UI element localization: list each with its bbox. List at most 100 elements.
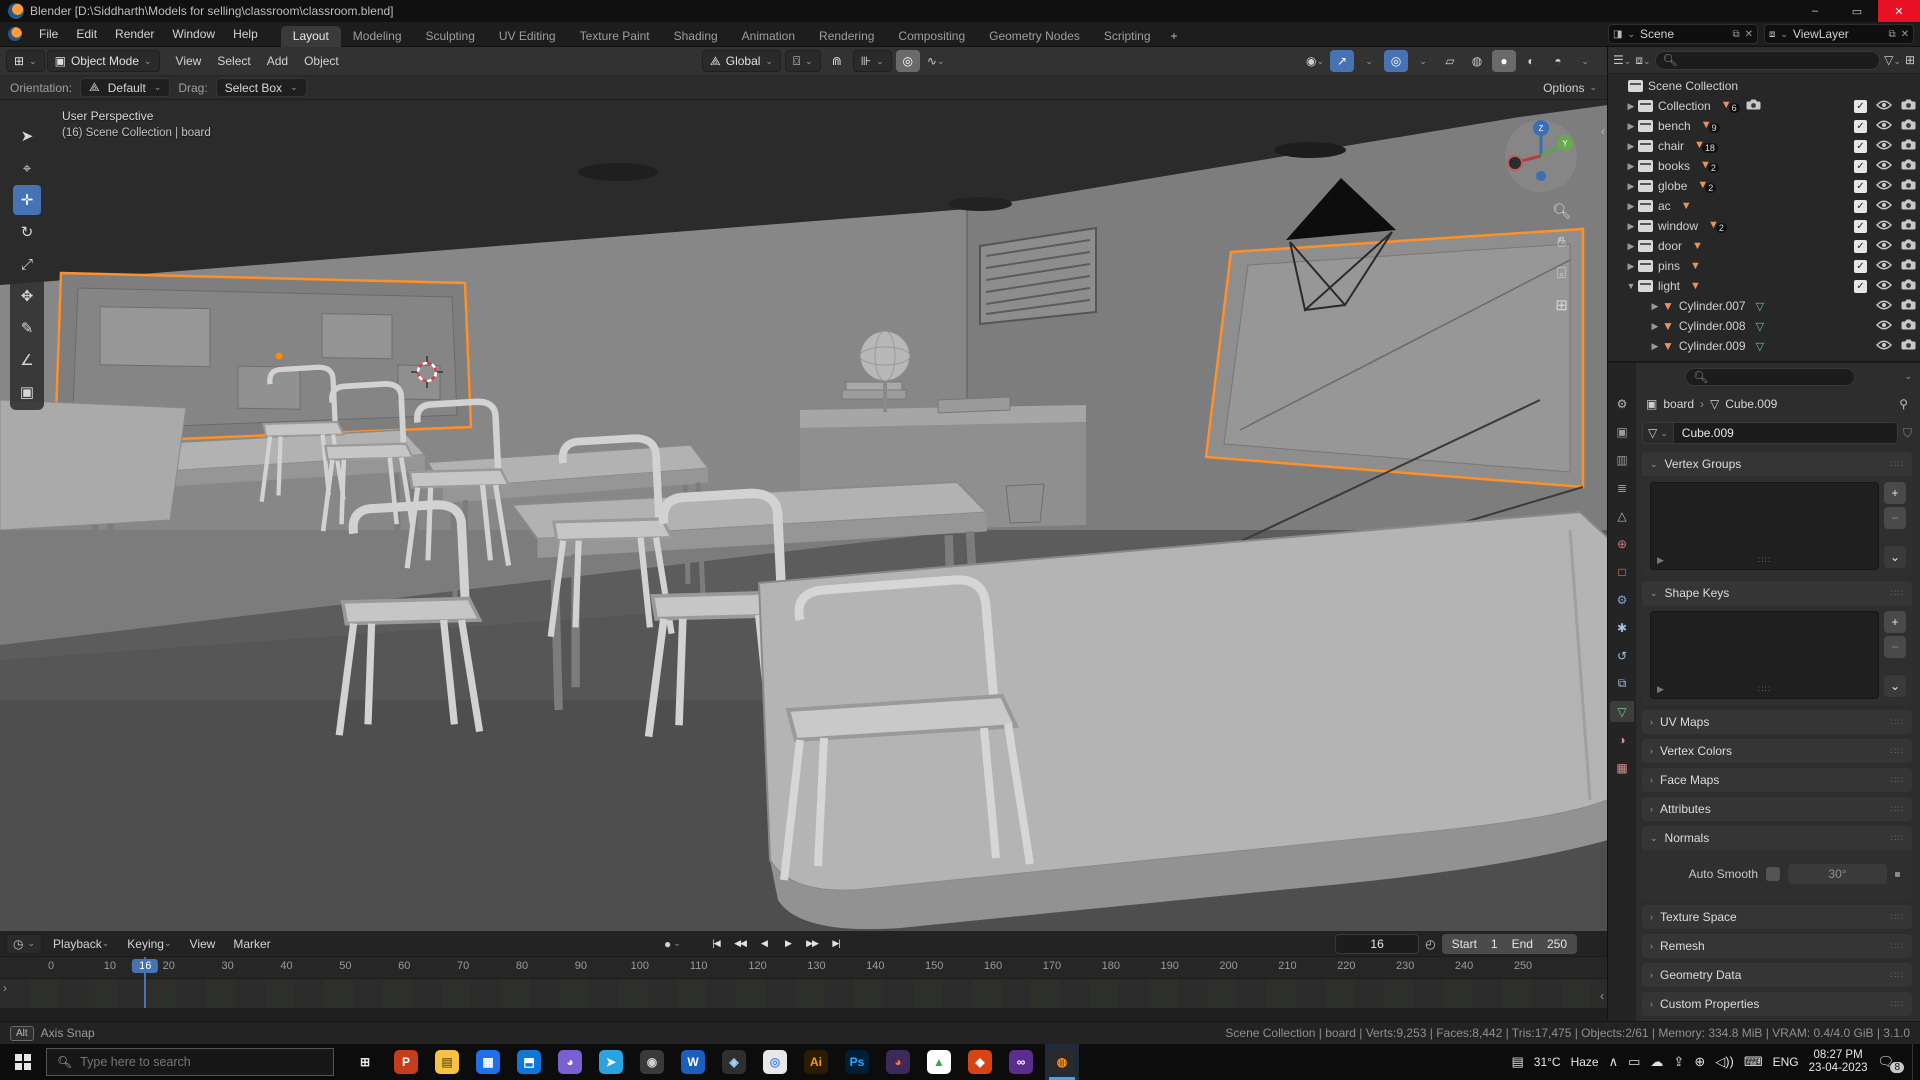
disclosure-triangle[interactable]: ▶ — [1624, 141, 1638, 152]
hide-eye-toggle[interactable] — [1876, 139, 1892, 153]
whiteboard[interactable] — [1204, 227, 1585, 489]
end-value[interactable]: 250 — [1547, 937, 1567, 951]
select-box-tool[interactable]: ➤ — [13, 121, 41, 151]
exclude-checkbox[interactable]: ✓ — [1854, 119, 1867, 133]
menu-edit[interactable]: Edit — [67, 22, 106, 47]
hidden-icons-chevron[interactable]: ∧ — [1609, 1054, 1619, 1070]
section-header[interactable]: ⌄ Normals ∷∷ — [1642, 826, 1912, 850]
timeline-menu-marker[interactable]: Marker — [224, 931, 279, 956]
mode-dropdown[interactable]: ▣ Object Mode ⌄ — [46, 50, 160, 72]
section-header[interactable]: › Face Maps ∷∷ — [1642, 768, 1912, 792]
play-reverse-button[interactable]: ◀ — [753, 934, 775, 954]
add-cube-tool[interactable]: ▣ — [13, 377, 41, 407]
xray-toggle[interactable]: ▱ — [1438, 50, 1462, 72]
taskbar-app-task-view[interactable]: ⊞ — [348, 1044, 382, 1080]
taskbar-search[interactable]: 🔍︎ — [46, 1048, 334, 1076]
section-header[interactable]: › Vertex Colors ∷∷ — [1642, 739, 1912, 763]
outliner-row-window[interactable]: ▶ window ▼2 ✓ — [1608, 216, 1920, 236]
trash-bin[interactable] — [1005, 483, 1045, 524]
tab-scripting[interactable]: Scripting — [1092, 26, 1163, 47]
mesh-id-icon[interactable]: ▽ ⌄ — [1642, 422, 1673, 444]
taskbar-app-firefox[interactable]: ◕ — [881, 1044, 915, 1080]
overlays-toggle[interactable]: ◎ — [1383, 50, 1408, 72]
remove-item-button[interactable]: − — [1884, 636, 1906, 658]
list-specials-dropdown[interactable]: ⌄ — [1884, 546, 1906, 568]
viewlayer-selector[interactable]: ⧈ ⌄ ViewLayer ⧉ ✕ — [1764, 24, 1914, 44]
hide-eye-toggle[interactable] — [1876, 299, 1892, 313]
output-tab[interactable]: ▥ — [1610, 449, 1634, 470]
viewport-menu-object[interactable]: Object — [296, 50, 347, 72]
measure-tool[interactable]: ∠ — [13, 345, 41, 375]
move-tool[interactable]: ✛ — [13, 185, 41, 215]
snap-toggle[interactable]: ⋒ — [825, 50, 849, 72]
smooth-angle-field[interactable]: 30° — [1788, 864, 1887, 884]
render-visibility-toggle[interactable] — [1901, 139, 1916, 153]
render-visibility-toggle[interactable] — [1901, 279, 1916, 293]
disclosure-triangle[interactable]: ▶ — [1624, 161, 1638, 172]
disclosure-triangle[interactable]: ▶ — [1624, 221, 1638, 232]
hide-eye-toggle[interactable] — [1876, 159, 1892, 173]
usb-icon[interactable]: ⇪ — [1673, 1054, 1684, 1070]
maximize-button[interactable]: ▭ — [1836, 0, 1878, 22]
data-tab[interactable]: ▽ — [1610, 701, 1634, 722]
timeline-menu-keying[interactable]: Keying ⌄ — [118, 931, 180, 956]
remove-viewlayer-icon[interactable]: ✕ — [1901, 29, 1909, 40]
outliner-row-light[interactable]: ▼ light ▼ ✓ — [1608, 276, 1920, 296]
render-visibility-toggle[interactable] — [1901, 219, 1916, 233]
taskbar-app-google-drive[interactable]: ▲ — [922, 1044, 956, 1080]
disclosure-triangle[interactable]: ▶ — [1624, 261, 1638, 272]
taskbar-app-visual-studio[interactable]: ∞ — [1004, 1044, 1038, 1080]
start-value[interactable]: 1 — [1491, 937, 1498, 951]
clock[interactable]: 08:27 PM 23-04-2023 — [1809, 1049, 1868, 1075]
disclosure-triangle[interactable]: ▶ — [1624, 181, 1638, 192]
exclude-checkbox[interactable]: ✓ — [1854, 239, 1867, 253]
section-header[interactable]: › Custom Properties ∷∷ — [1642, 992, 1912, 1016]
viewport-scene[interactable] — [0, 100, 1607, 931]
tab-geometry-nodes[interactable]: Geometry Nodes — [977, 26, 1092, 47]
hide-eye-toggle[interactable] — [1876, 279, 1892, 293]
weather-temp[interactable]: 31°C — [1534, 1055, 1561, 1069]
datablock-name-field[interactable]: Cube.009 — [1672, 422, 1898, 444]
render-visibility-toggle[interactable] — [1901, 239, 1916, 253]
filter-funnel-icon[interactable]: ▽⌄ — [1884, 53, 1901, 67]
taskbar-app-illustrator[interactable]: Ai — [799, 1044, 833, 1080]
annotate-tool[interactable]: ✎ — [13, 313, 41, 343]
list-expand-triangle[interactable]: ▶ — [1657, 684, 1664, 695]
shading-solid-button[interactable]: ● — [1491, 50, 1516, 72]
gizmos-toggle[interactable]: ↗ — [1329, 50, 1354, 72]
search-input[interactable] — [80, 1055, 281, 1069]
render-visibility-toggle[interactable] — [1901, 159, 1916, 173]
render-visibility-toggle[interactable] — [1901, 119, 1916, 133]
pan-hand-icon[interactable]: ✋︎ — [1552, 234, 1571, 251]
ceiling-light-3[interactable] — [1274, 142, 1346, 158]
outliner-row-door[interactable]: ▶ door ▼ ✓ — [1608, 236, 1920, 256]
desk-left-edge[interactable] — [0, 399, 187, 531]
outliner-row-chair[interactable]: ▶ chair ▼18 ✓ — [1608, 136, 1920, 156]
tab-sculpting[interactable]: Sculpting — [414, 26, 487, 47]
render-visibility-toggle[interactable] — [1901, 319, 1916, 333]
menu-file[interactable]: File — [30, 22, 67, 47]
hide-eye-toggle[interactable] — [1876, 119, 1892, 133]
taskbar-app-utility-app[interactable]: ◈ — [717, 1044, 751, 1080]
section-header[interactable]: › Geometry Data ∷∷ — [1642, 963, 1912, 987]
add-item-button[interactable]: + — [1884, 611, 1906, 633]
next-keyframe-button[interactable]: ▶▶ — [801, 934, 823, 954]
network-icon[interactable]: ⊕ — [1694, 1054, 1705, 1070]
shading-material-button[interactable]: ◐ — [1519, 50, 1543, 72]
physics-tab[interactable]: ↺ — [1610, 645, 1634, 666]
timeline-collapse-chevron[interactable]: ‹ — [1600, 989, 1604, 1003]
cast-icon[interactable]: ▭ — [1628, 1054, 1640, 1070]
taskbar-app-word[interactable]: W — [676, 1044, 710, 1080]
gizmo-x-axis[interactable] — [1507, 155, 1523, 171]
exclude-checkbox[interactable]: ✓ — [1854, 159, 1867, 173]
timeline-editor-type-button[interactable]: ◷ ⌄ — [6, 933, 43, 954]
playhead[interactable] — [144, 957, 147, 1008]
frame-range-fields[interactable]: Start 1 End 250 — [1441, 933, 1577, 954]
outliner-row-cylinder.009[interactable]: ▶ ▼ Cylinder.009 ▽ — [1608, 336, 1920, 356]
exclude-checkbox[interactable]: ✓ — [1854, 179, 1867, 193]
outliner-row-pins[interactable]: ▶ pins ▼ ✓ — [1608, 256, 1920, 276]
language-indicator[interactable]: ENG — [1773, 1055, 1799, 1069]
timeline-menu-view[interactable]: View — [181, 931, 225, 956]
start-button[interactable] — [0, 1044, 46, 1080]
tab-uv-editing[interactable]: UV Editing — [487, 26, 568, 47]
